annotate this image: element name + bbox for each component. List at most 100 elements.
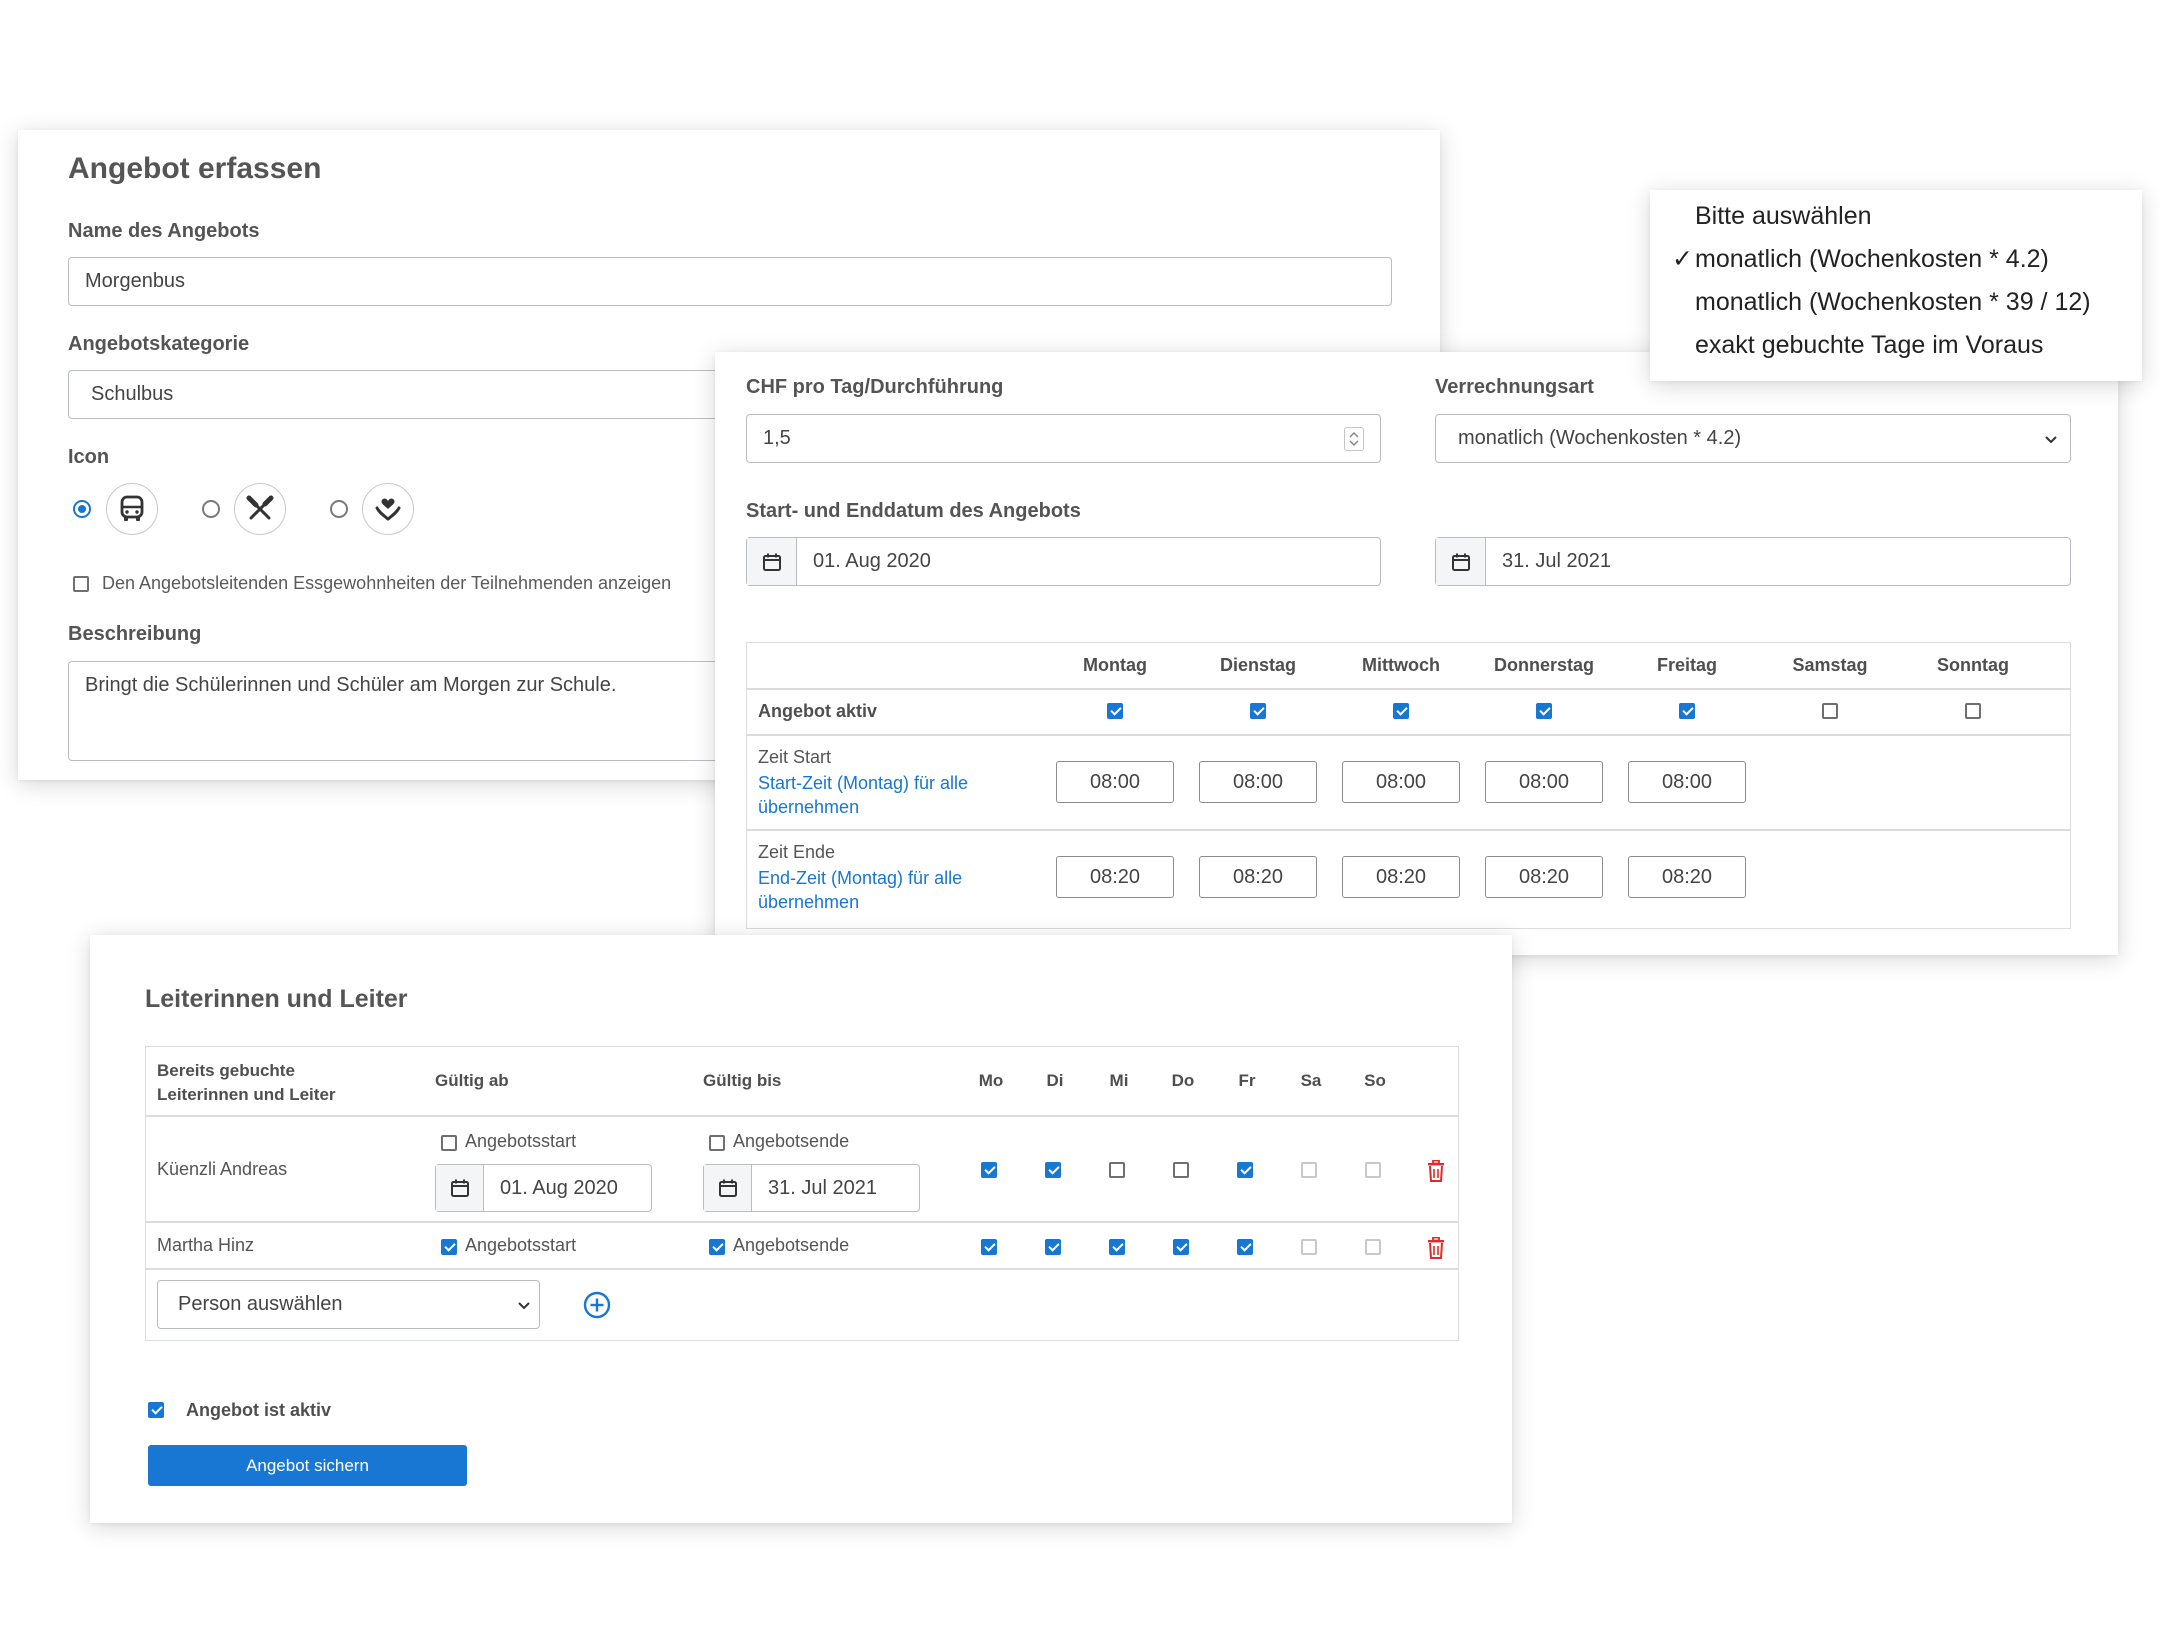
leader-day-fr[interactable] [1237,1162,1253,1178]
start-time-copy-link[interactable]: Start-Zeit (Montag) für alle übernehmen [758,771,998,819]
day-col-di: Di [1046,1071,1064,1090]
icon-radio-cutlery[interactable] [202,500,220,518]
offer-active-checkbox[interactable] [148,1402,164,1418]
start-time-label: Zeit Start [758,747,832,767]
leader-day-mi[interactable] [1109,1162,1125,1178]
weekday-header-wed: Mittwoch [1362,655,1440,675]
person-select[interactable]: Person auswählen [157,1280,540,1329]
weekday-header-fri: Freitag [1656,655,1717,675]
calendar-icon[interactable] [747,538,797,585]
start-time-fri[interactable]: 08:00 [1628,761,1746,803]
start-date-value: 01. Aug 2020 [813,550,931,572]
to-end-label: Angebotsende [733,1131,850,1151]
to-end-label: Angebotsende [733,1235,850,1255]
show-habits-checkbox[interactable] [73,576,89,592]
end-time-copy-link[interactable]: End-Zeit (Montag) für alle übernehmen [758,866,998,914]
page-title: Angebot erfassen [68,152,322,185]
end-time-wed[interactable]: 08:20 [1342,856,1460,898]
active-checkbox-sun[interactable] [1965,703,1981,719]
cutlery-icon [246,495,274,520]
active-checkbox-tue[interactable] [1250,703,1266,719]
date-range-label: Start- und Enddatum des Angebots [746,500,1081,522]
col-booked-header: Bereits gebuchte Leiterinnen und Leiter [157,1061,336,1104]
leaders-title: Leiterinnen und Leiter [145,985,408,1013]
trash-icon[interactable] [1427,1237,1445,1259]
active-checkbox-thu[interactable] [1536,703,1552,719]
day-col-mo: Mo [978,1071,1004,1090]
description-textarea[interactable]: Bringt die Schülerinnen und Schüler am M… [68,661,768,761]
valid-to-date-picker[interactable]: 31. Jul 2021 [703,1164,920,1212]
leader-day-fr[interactable] [1237,1239,1253,1255]
schedule-card: CHF pro Tag/Durchführung 1,5 Verrechnung… [715,352,2118,955]
col-from-header: Gültig ab [435,1071,509,1090]
day-col-mi: Mi [1109,1071,1129,1090]
dropdown-option[interactable]: Bitte auswählen [1695,202,1872,231]
start-time-mon[interactable]: 08:00 [1056,761,1174,803]
weekday-table: Montag Dienstag Mittwoch Donnerstag Frei… [746,642,2071,929]
name-input[interactable]: Morgenbus [68,257,1392,306]
icon-label: Icon [68,446,110,468]
category-select-value: Schulbus [91,383,174,405]
billing-select[interactable]: monatlich (Wochenkosten * 4.2) [1435,414,2071,463]
to-end-checkbox[interactable] [709,1239,725,1255]
start-time-wed[interactable]: 08:00 [1342,761,1460,803]
leader-day-mi[interactable] [1109,1239,1125,1255]
leader-day-do[interactable] [1173,1162,1189,1178]
dropdown-option[interactable]: monatlich (Wochenkosten * 39 / 12) [1695,288,2091,317]
from-start-checkbox[interactable] [441,1135,457,1151]
dropdown-option-selected[interactable]: monatlich (Wochenkosten * 4.2) [1695,245,2049,274]
active-checkbox-wed[interactable] [1393,703,1409,719]
active-checkbox-mon[interactable] [1107,703,1123,719]
leader-day-sa [1301,1239,1317,1255]
leader-day-mo[interactable] [981,1162,997,1178]
valid-to-date-value: 31. Jul 2021 [768,1176,877,1199]
bus-icon [120,495,144,521]
dropdown-option[interactable]: exakt gebuchte Tage im Voraus [1695,331,2043,360]
icon-radio-heart-hands[interactable] [330,500,348,518]
start-time-tue[interactable]: 08:00 [1199,761,1317,803]
calendar-icon[interactable] [436,1165,484,1211]
day-col-do: Do [1171,1071,1195,1090]
icon-radio-bus[interactable] [73,500,91,518]
heart-hands-icon [375,498,401,521]
end-time-tue[interactable]: 08:20 [1199,856,1317,898]
leader-day-so [1365,1239,1381,1255]
end-time-fri[interactable]: 08:20 [1628,856,1746,898]
end-time-thu[interactable]: 08:20 [1485,856,1603,898]
bus-icon-option[interactable] [106,483,158,535]
category-select[interactable]: Schulbus [68,370,768,419]
price-stepper[interactable] [1344,427,1364,451]
weekday-header-sun: Sonntag [1937,655,2009,675]
weekday-header-mon: Montag [1083,655,1147,675]
end-time-mon[interactable]: 08:20 [1056,856,1174,898]
start-time-thu[interactable]: 08:00 [1485,761,1603,803]
description-value: Bringt die Schülerinnen und Schüler am M… [85,674,617,696]
weekday-header-tue: Dienstag [1219,655,1297,675]
start-date-picker[interactable]: 01. Aug 2020 [746,537,1381,586]
add-person-icon[interactable] [583,1291,611,1319]
save-offer-button[interactable]: Angebot sichern [148,1445,467,1486]
show-habits-label: Den Angebotsleitenden Essgewohnheiten de… [102,573,672,593]
name-input-value: Morgenbus [85,270,186,292]
check-mark-icon: ✓ [1672,245,1693,273]
leader-day-mo[interactable] [981,1239,997,1255]
active-checkbox-sat[interactable] [1822,703,1838,719]
active-checkbox-fri[interactable] [1679,703,1695,719]
cutlery-icon-option[interactable] [234,483,286,535]
leader-day-di[interactable] [1045,1239,1061,1255]
leader-name: Martha Hinz [157,1235,255,1255]
leader-day-di[interactable] [1045,1162,1061,1178]
calendar-icon[interactable] [704,1165,752,1211]
calendar-icon[interactable] [1436,538,1486,585]
day-col-fr: Fr [1238,1071,1256,1090]
heart-hands-icon-option[interactable] [362,483,414,535]
leader-day-do[interactable] [1173,1239,1189,1255]
from-start-checkbox[interactable] [441,1239,457,1255]
valid-from-date-picker[interactable]: 01. Aug 2020 [435,1164,652,1212]
end-date-picker[interactable]: 31. Jul 2021 [1435,537,2071,586]
chevron-up-down-icon [1349,431,1359,447]
trash-icon[interactable] [1427,1160,1445,1182]
active-row-label: Angebot aktiv [758,701,878,721]
to-end-checkbox[interactable] [709,1135,725,1151]
price-input[interactable]: 1,5 [746,414,1381,463]
